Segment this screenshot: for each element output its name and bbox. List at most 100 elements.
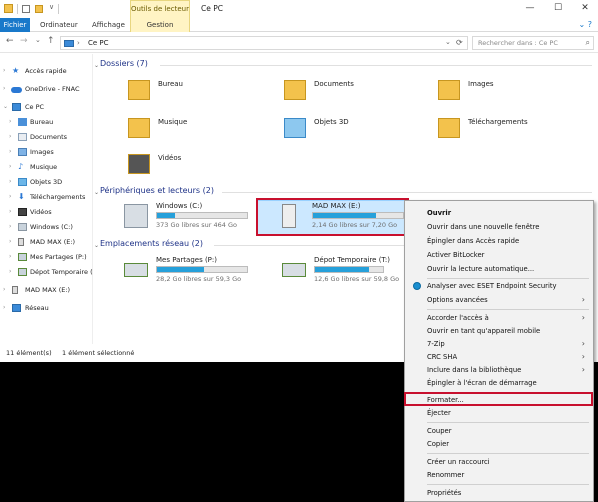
menu-item-renommer[interactable]: Renommer bbox=[407, 469, 591, 482]
group-header-drives[interactable]: Périphériques et lecteurs (2) bbox=[100, 186, 214, 195]
menu-label: Propriétés bbox=[427, 489, 462, 497]
menu-item-epingler-demarrage[interactable]: Épingler à l'écran de démarrage bbox=[407, 377, 591, 390]
documents-folder-icon bbox=[284, 80, 306, 100]
chevron-right-icon[interactable]: › bbox=[9, 268, 11, 275]
nav-item-mad-max-root[interactable]: › MAD MAX (E:) bbox=[0, 284, 93, 297]
documents-icon bbox=[18, 133, 27, 141]
nav-item-mes-partages[interactable]: › Mes Partages (P:) bbox=[0, 251, 93, 264]
music-icon: ♪ bbox=[18, 162, 24, 171]
chevron-right-icon[interactable]: › bbox=[9, 118, 11, 125]
folder-telechargements[interactable]: Téléchargements bbox=[438, 114, 588, 148]
chevron-right-icon[interactable]: › bbox=[9, 208, 11, 215]
star-icon: ★ bbox=[12, 66, 20, 75]
close-button[interactable]: ✕ bbox=[575, 2, 595, 15]
chevron-right-icon[interactable]: › bbox=[9, 148, 11, 155]
menu-item-analyser-eset[interactable]: Analyser avec ESET Endpoint Security bbox=[407, 280, 591, 293]
menu-item-proprietes[interactable]: Propriétés bbox=[407, 487, 591, 500]
maximize-button[interactable]: ☐ bbox=[548, 2, 568, 15]
menu-item-epingler-acces-rapide[interactable]: Épingler dans Accès rapide bbox=[407, 235, 591, 248]
nav-item-mad-max[interactable]: › MAD MAX (E:) bbox=[0, 236, 93, 249]
chevron-right-icon[interactable]: › bbox=[3, 67, 5, 74]
chevron-down-icon[interactable]: ⌄ bbox=[3, 103, 8, 110]
tab-ordinateur[interactable]: Ordinateur bbox=[34, 18, 84, 32]
nav-item-documents[interactable]: › Documents bbox=[0, 131, 93, 144]
address-dropdown-icon[interactable]: ⌄ bbox=[445, 38, 451, 46]
menu-item-formater[interactable]: Formater... bbox=[407, 394, 591, 407]
menu-item-activer-bitlocker[interactable]: Activer BitLocker bbox=[407, 249, 591, 262]
menu-item-ouvrir-nouvelle-fenetre[interactable]: Ouvrir dans une nouvelle fenêtre bbox=[407, 221, 591, 234]
nav-label: Images bbox=[30, 148, 54, 156]
menu-item-creer-raccourci[interactable]: Créer un raccourci bbox=[407, 456, 591, 469]
nav-item-onedrive[interactable]: › OneDrive - FNAC bbox=[0, 83, 93, 96]
folder-musique[interactable]: Musique bbox=[128, 114, 278, 148]
properties-icon[interactable] bbox=[22, 5, 30, 13]
search-input[interactable]: Rechercher dans : Ce PC ⌕ bbox=[472, 36, 594, 50]
chevron-right-icon[interactable]: › bbox=[9, 163, 11, 170]
nav-item-windows-c[interactable]: › Windows (C:) bbox=[0, 221, 93, 234]
nav-label: Objets 3D bbox=[30, 178, 63, 186]
tab-fichier[interactable]: Fichier bbox=[0, 18, 30, 32]
app-icon[interactable] bbox=[4, 4, 13, 13]
menu-item-ouvrir[interactable]: Ouvrir bbox=[407, 207, 591, 220]
nav-item-videos[interactable]: › Vidéos bbox=[0, 206, 93, 219]
chevron-down-icon[interactable]: ⌄ bbox=[94, 242, 99, 249]
menu-item-options-avancees[interactable]: Options avancées › bbox=[407, 294, 591, 307]
drive-mad-max-e[interactable]: MAD MAX (E:) 2,14 Go libres sur 7,20 Go bbox=[257, 200, 407, 236]
tab-affichage[interactable]: Affichage bbox=[86, 18, 131, 32]
drive-windows-c[interactable]: Windows (C:) 373 Go libres sur 464 Go bbox=[124, 201, 274, 237]
drive-mes-partages[interactable]: Mes Partages (P:) 28,2 Go libres sur 59,… bbox=[124, 255, 274, 291]
chevron-right-icon[interactable]: › bbox=[9, 133, 11, 140]
chevron-right-icon[interactable]: › bbox=[3, 286, 5, 293]
address-input[interactable]: › Ce PC ⌄ ⟳ bbox=[60, 36, 468, 50]
nav-item-acces-rapide[interactable]: › ★ Accès rapide bbox=[0, 65, 93, 78]
menu-item-ejecter[interactable]: Éjecter bbox=[407, 407, 591, 420]
submenu-arrow-icon: › bbox=[581, 313, 585, 322]
recent-locations-button[interactable]: ⌄ bbox=[35, 36, 41, 44]
chevron-right-icon[interactable]: › bbox=[3, 85, 5, 92]
nav-item-ce-pc[interactable]: ⌄ Ce PC bbox=[0, 101, 93, 114]
nav-item-objets-3d[interactable]: › Objets 3D bbox=[0, 176, 93, 189]
forward-button[interactable]: → bbox=[20, 36, 28, 46]
up-button[interactable]: ↑ bbox=[47, 36, 55, 46]
nav-item-bureau[interactable]: › Bureau bbox=[0, 116, 93, 129]
tab-gestion[interactable]: Gestion bbox=[130, 18, 190, 32]
folder-bureau[interactable]: Bureau bbox=[128, 76, 278, 110]
chevron-right-icon[interactable]: › bbox=[9, 178, 11, 185]
nav-item-telechargements[interactable]: › ⬇ Téléchargements bbox=[0, 191, 93, 204]
menu-item-crc-sha[interactable]: CRC SHA › bbox=[407, 351, 591, 364]
folder-documents[interactable]: Documents bbox=[284, 76, 434, 110]
group-header-network[interactable]: Emplacements réseau (2) bbox=[100, 239, 203, 248]
refresh-icon[interactable]: ⟳ bbox=[456, 38, 463, 47]
qat-dropdown-icon[interactable]: ∨ bbox=[49, 3, 54, 11]
chevron-right-icon[interactable]: › bbox=[9, 253, 11, 260]
menu-separator bbox=[427, 309, 589, 310]
menu-item-7zip[interactable]: 7-Zip › bbox=[407, 338, 591, 351]
chevron-down-icon[interactable]: ⌄ bbox=[94, 189, 99, 196]
menu-item-copier[interactable]: Copier bbox=[407, 438, 591, 451]
nav-item-depot-temporaire[interactable]: › Dépot Temporaire ( bbox=[0, 266, 93, 279]
group-header-folders[interactable]: Dossiers (7) bbox=[100, 59, 148, 68]
menu-item-inclure-bibliotheque[interactable]: Inclure dans la bibliothèque › bbox=[407, 364, 591, 377]
menu-item-appareil-mobile[interactable]: Ouvrir en tant qu'appareil mobile bbox=[407, 325, 591, 338]
navigation-pane[interactable]: › ★ Accès rapide › OneDrive - FNAC ⌄ Ce … bbox=[0, 54, 93, 344]
nav-item-images[interactable]: › Images bbox=[0, 146, 93, 159]
menu-item-accorder-acces[interactable]: Accorder l'accès à › bbox=[407, 312, 591, 325]
menu-item-couper[interactable]: Couper bbox=[407, 425, 591, 438]
eset-icon bbox=[413, 282, 421, 290]
nav-item-musique[interactable]: › ♪ Musique bbox=[0, 161, 93, 174]
menu-item-lecture-automatique[interactable]: Ouvrir la lecture automatique... bbox=[407, 263, 591, 276]
chevron-right-icon[interactable]: › bbox=[9, 223, 11, 230]
minimize-button[interactable]: — bbox=[520, 2, 540, 15]
chevron-right-icon[interactable]: › bbox=[3, 304, 5, 311]
back-button[interactable]: ← bbox=[6, 36, 14, 46]
chevron-down-icon[interactable]: ⌄ bbox=[94, 62, 99, 69]
folder-objets-3d[interactable]: Objets 3D bbox=[284, 114, 434, 148]
folder-videos[interactable]: Vidéos bbox=[128, 150, 278, 184]
new-folder-icon[interactable] bbox=[35, 5, 43, 13]
folder-images[interactable]: Images bbox=[438, 76, 588, 110]
expand-ribbon-icon[interactable]: ⌄ ? bbox=[579, 20, 593, 29]
chevron-right-icon[interactable]: › bbox=[9, 238, 11, 245]
menu-separator bbox=[427, 392, 589, 393]
nav-item-reseau[interactable]: › Réseau bbox=[0, 302, 93, 315]
chevron-right-icon[interactable]: › bbox=[9, 193, 11, 200]
